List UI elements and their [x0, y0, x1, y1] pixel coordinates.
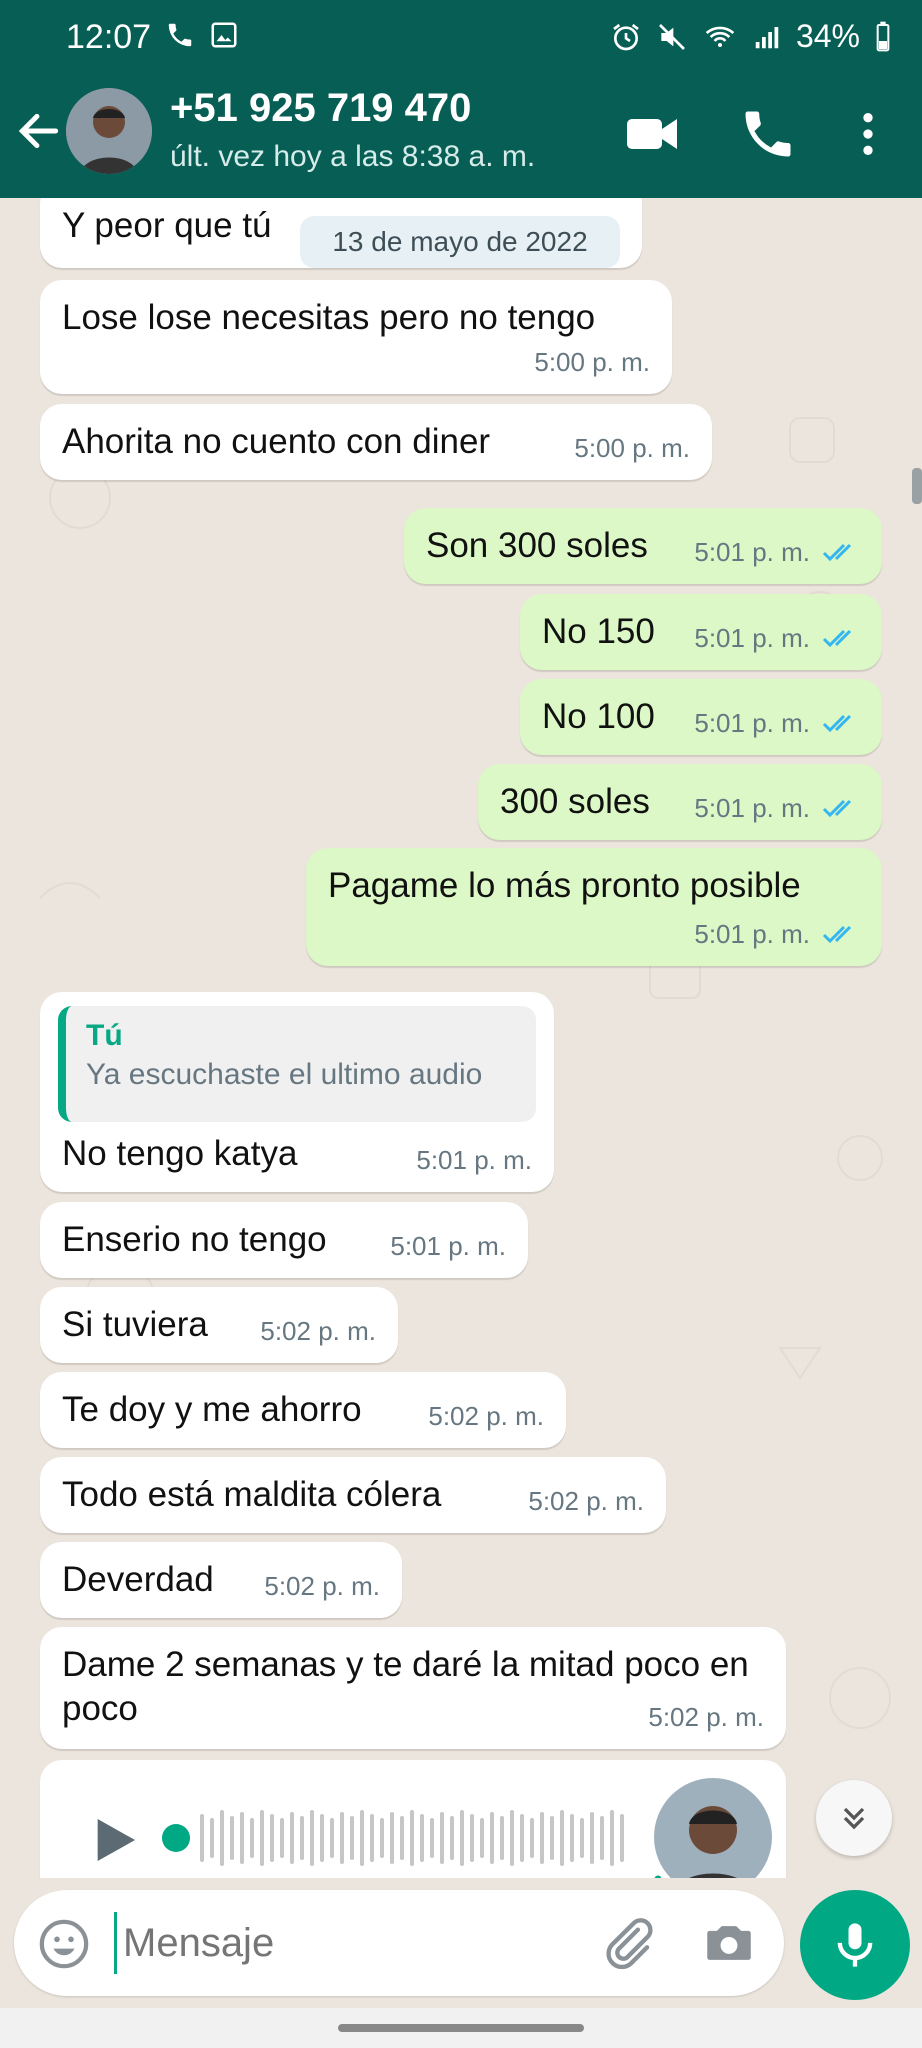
status-bar: 12:07 34% — [0, 0, 922, 76]
quote-author: Tú — [86, 1019, 123, 1052]
back-arrow-icon[interactable] — [14, 106, 64, 156]
microphone-icon — [837, 1923, 873, 1967]
read-ticks-icon — [822, 714, 852, 733]
message-incoming[interactable]: Si tuviera 5:02 p. m. — [40, 1287, 398, 1363]
battery-icon — [876, 21, 890, 51]
contact-name[interactable]: +51 925 719 470 — [170, 86, 471, 131]
message-incoming[interactable]: Enserio no tengo 5:01 p. m. — [40, 1202, 528, 1278]
message-time: 5:02 p. m. — [260, 1316, 376, 1346]
more-options-icon[interactable] — [840, 104, 896, 164]
voice-mic-icon — [654, 1875, 662, 1878]
contact-avatar[interactable] — [66, 88, 152, 174]
message-text: Deverdad — [62, 1560, 214, 1599]
phone-call-status-icon — [168, 23, 192, 47]
read-ticks-icon — [822, 799, 852, 818]
message-incoming[interactable]: Te doy y me ahorro 5:02 p. m. — [40, 1372, 566, 1448]
wifi-icon — [705, 26, 735, 47]
quote-text: Ya escuchaste el ultimo audio — [86, 1058, 483, 1091]
read-ticks-icon — [822, 629, 852, 648]
message-text: Y peor que tú — [62, 206, 272, 245]
message-incoming[interactable]: Ahorita no cuento con diner 5:00 p. m. — [40, 404, 712, 480]
voice-message[interactable] — [40, 1760, 786, 1878]
message-outgoing[interactable]: Son 300 soles 5:01 p. m. — [404, 508, 882, 584]
message-text: Enserio no tengo — [62, 1220, 327, 1259]
play-icon[interactable] — [86, 1812, 142, 1868]
audio-waveform[interactable] — [160, 1794, 650, 1878]
signal-icon — [755, 26, 779, 48]
message-time: 5:02 p. m. — [528, 1486, 644, 1516]
message-incoming[interactable]: Todo está maldita cólera 5:02 p. m. — [40, 1457, 666, 1533]
chevron-double-down-icon — [843, 1807, 865, 1830]
message-time: 5:00 p. m. — [534, 347, 650, 377]
message-text: Todo está maldita cólera — [62, 1475, 442, 1514]
message-text: 300 soles — [500, 782, 650, 821]
attach-icon[interactable] — [598, 1914, 656, 1972]
voice-call-icon[interactable] — [738, 104, 798, 164]
message-time: 5:01 p. m. — [694, 537, 810, 567]
message-time: 5:01 p. m. — [694, 919, 810, 949]
message-text: Pagame lo más pronto posible — [328, 866, 801, 905]
message-time: 5:02 p. m. — [264, 1571, 380, 1601]
message-outgoing[interactable]: Pagame lo más pronto posible 5:01 p. m. — [306, 848, 882, 966]
date-separator: 13 de mayo de 2022 — [300, 216, 620, 268]
message-text: Son 300 soles — [426, 526, 648, 565]
camera-icon[interactable] — [700, 1914, 758, 1972]
status-time: 12:07 — [66, 18, 152, 56]
message-time: 5:01 p. m. — [694, 793, 810, 823]
message-text: Si tuviera — [62, 1305, 208, 1344]
emoji-icon[interactable] — [36, 1916, 92, 1972]
record-voice-button[interactable] — [800, 1890, 910, 2000]
battery-level: 34% — [795, 18, 860, 54]
message-text: Ahorita no cuento con diner — [62, 422, 491, 461]
video-call-icon[interactable] — [622, 104, 682, 164]
quoted-message[interactable]: Tú Ya escuchaste el ultimo audio — [58, 1006, 536, 1122]
message-time: 5:01 p. m. — [694, 623, 810, 653]
message-input-bar — [14, 1890, 784, 1996]
message-outgoing[interactable]: No 150 5:01 p. m. — [520, 594, 882, 670]
sender-avatar — [654, 1778, 772, 1878]
message-text: Dame 2 semanas y te daré la mitad poco e… — [62, 1645, 749, 1728]
message-incoming-reply[interactable]: Tú Ya escuchaste el ultimo audio No teng… — [40, 992, 554, 1192]
read-ticks-icon — [822, 925, 852, 944]
message-outgoing[interactable]: No 100 5:01 p. m. — [520, 679, 882, 755]
mute-icon — [659, 23, 685, 50]
message-text: No 150 — [542, 612, 655, 651]
gallery-status-icon — [211, 22, 237, 48]
home-gesture-pill[interactable] — [338, 2024, 584, 2032]
last-seen-status: últ. vez hoy a las 8:38 a. m. — [170, 140, 536, 173]
message-text: Lose lose necesitas pero no tengo — [62, 298, 596, 337]
message-incoming[interactable]: Deverdad 5:02 p. m. — [40, 1542, 402, 1618]
scrollbar-thumb[interactable] — [912, 468, 922, 504]
message-time: 5:01 p. m. — [416, 1145, 532, 1175]
message-text: Te doy y me ahorro — [62, 1390, 362, 1429]
read-ticks-icon — [822, 543, 852, 562]
alarm-icon — [613, 23, 639, 50]
message-time: 5:02 p. m. — [428, 1401, 544, 1431]
message-text: No tengo katya — [62, 1134, 298, 1173]
message-time: 5:02 p. m. — [648, 1702, 764, 1732]
message-time: 5:00 p. m. — [574, 433, 690, 463]
chat-header: +51 925 719 470 últ. vez hoy a las 8:38 … — [0, 76, 922, 198]
chat-area[interactable]: Y peor que tú 13 de mayo de 2022 Lose lo… — [0, 198, 922, 1878]
message-time: 5:01 p. m. — [390, 1231, 506, 1261]
message-input[interactable] — [114, 1912, 574, 1974]
message-incoming[interactable]: Lose lose necesitas pero no tengo 5:00 p… — [40, 280, 672, 394]
message-text: No 100 — [542, 697, 655, 736]
scroll-to-bottom-button[interactable] — [816, 1780, 892, 1856]
message-time: 5:01 p. m. — [694, 708, 810, 738]
message-outgoing[interactable]: 300 soles 5:01 p. m. — [478, 764, 882, 840]
message-incoming[interactable]: Dame 2 semanas y te daré la mitad poco e… — [40, 1627, 786, 1749]
system-nav-bar — [0, 2008, 922, 2048]
